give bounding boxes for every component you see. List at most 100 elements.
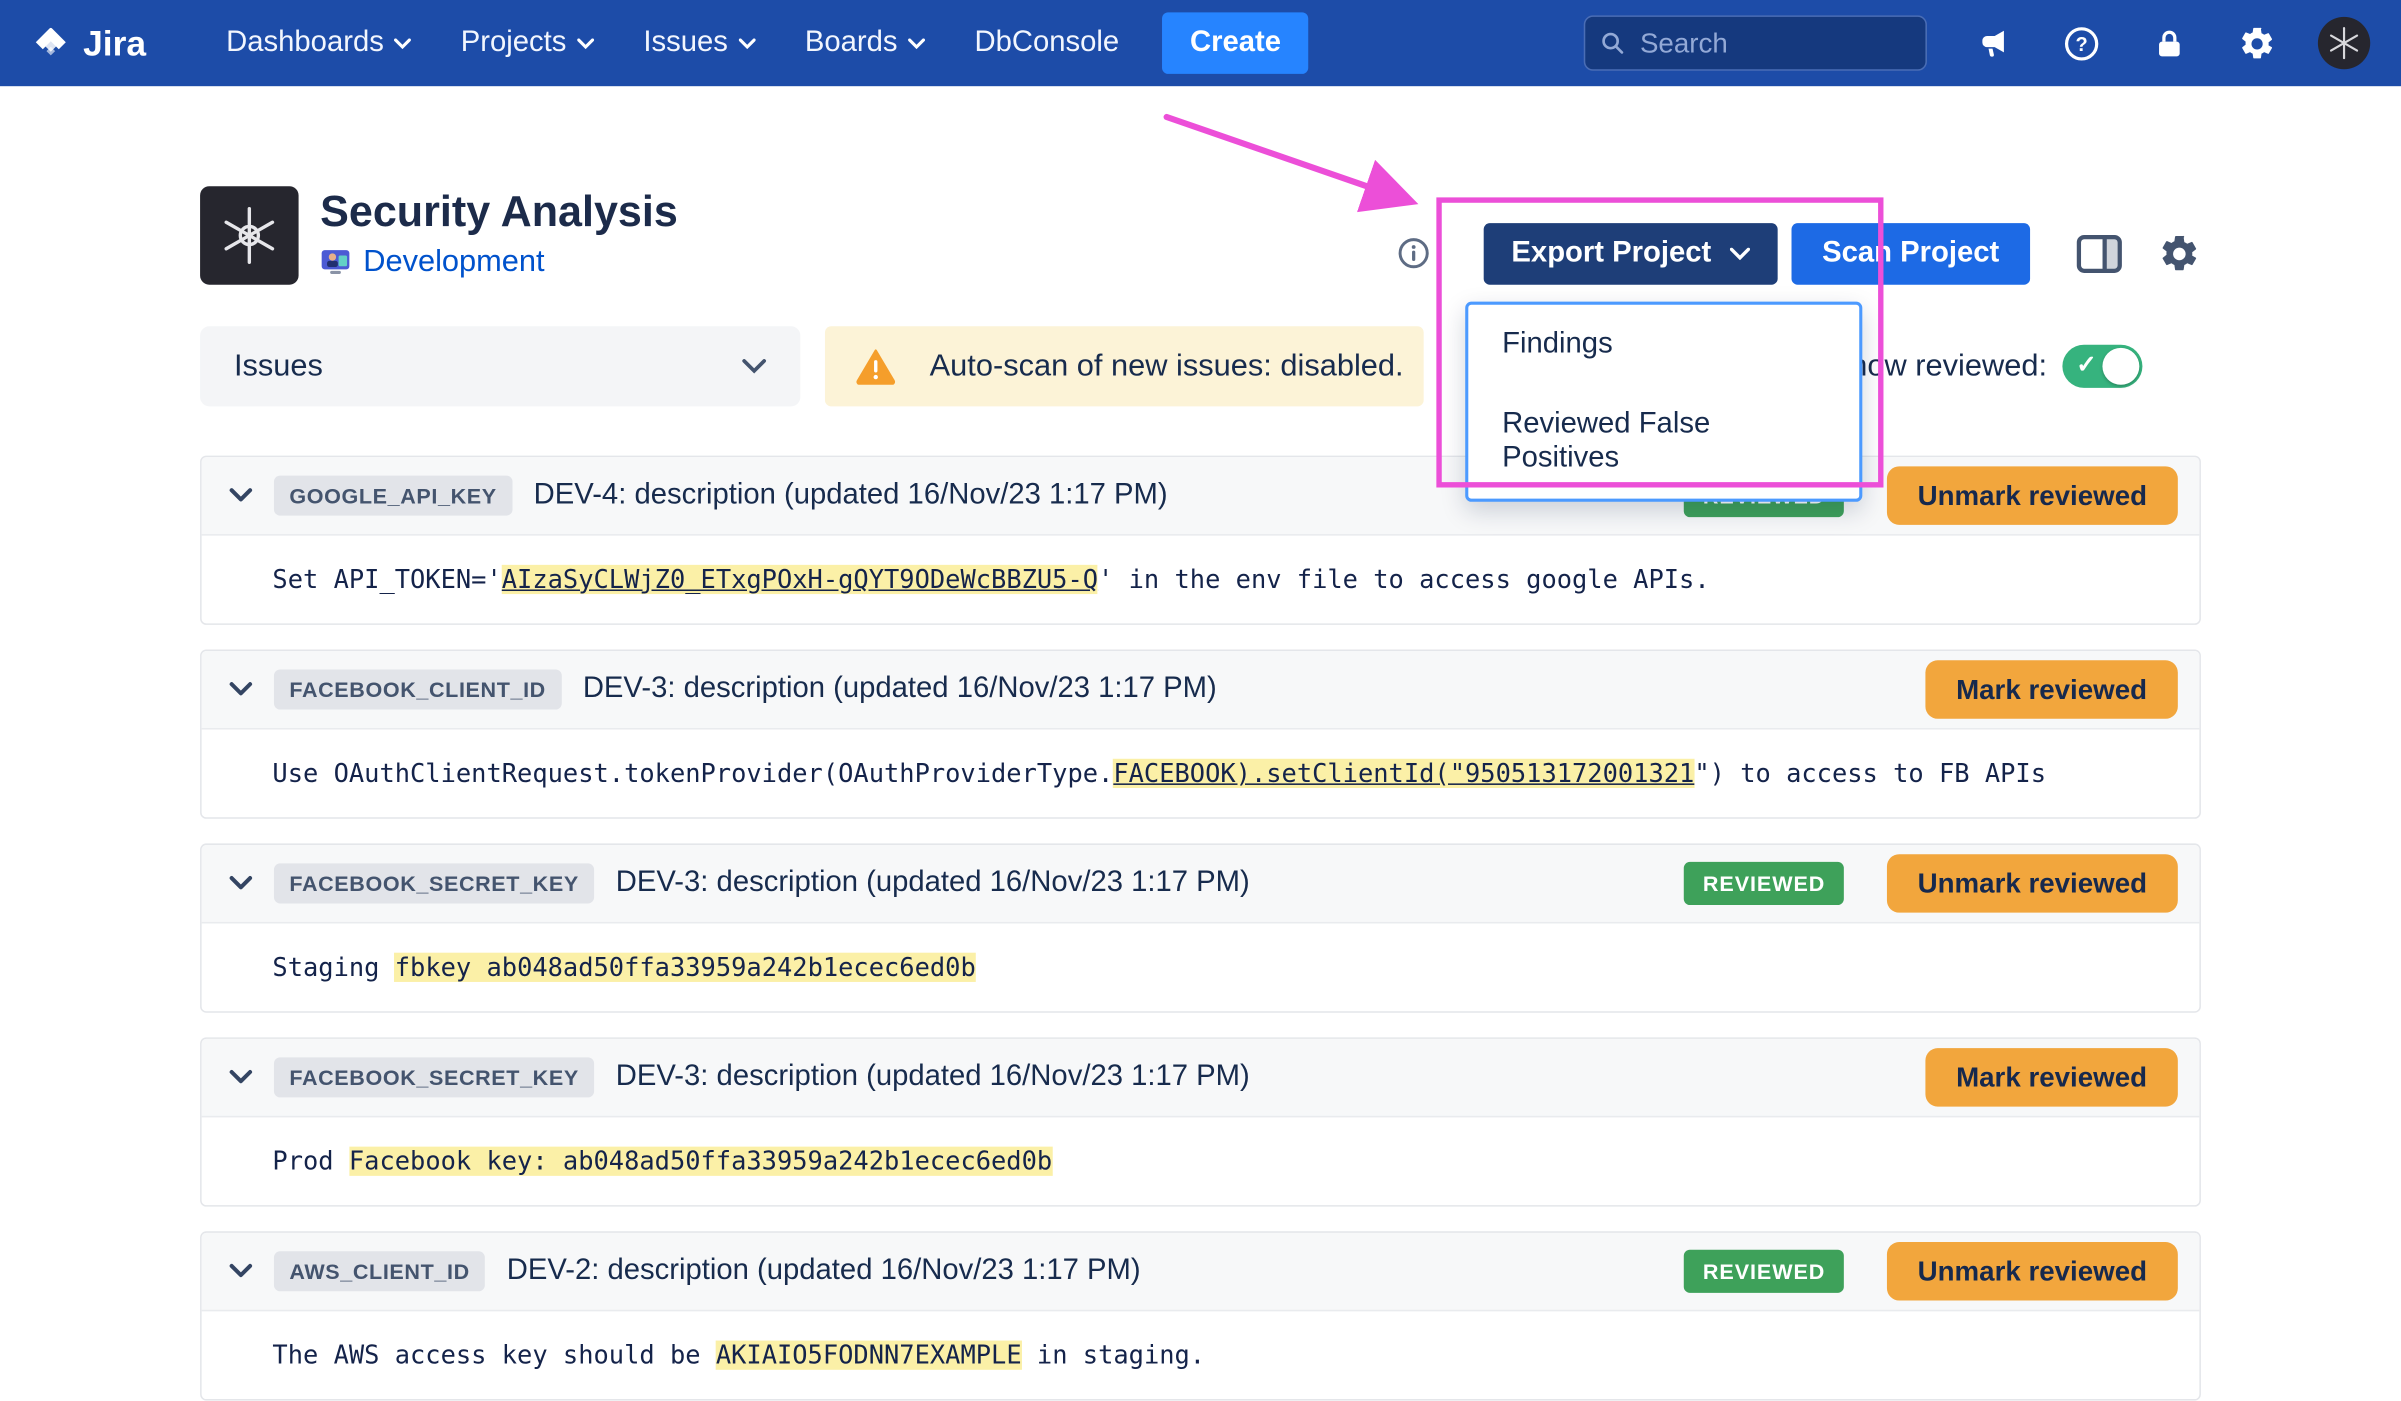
menu-item-reviewed-false-positives[interactable]: Reviewed False Positives: [1468, 385, 1859, 499]
secret-highlight: FACEBOOK).setClientId("950513172001321: [1113, 759, 1694, 788]
nav-right-group: ?: [1584, 15, 2370, 70]
nav-item-dashboards[interactable]: Dashboards: [202, 0, 437, 86]
chevron-down-icon: [908, 38, 925, 49]
project-avatar: [200, 185, 299, 284]
finding-snippet: The AWS access key should be AKIAIO5FODN…: [202, 1311, 2200, 1399]
finding-type-badge: AWS_CLIENT_ID: [274, 1251, 485, 1291]
show-reviewed-toggle[interactable]: ✓: [2062, 345, 2142, 388]
nav-item-issues[interactable]: Issues: [619, 0, 780, 86]
findings-list: GOOGLE_API_KEY DEV-4: description (update…: [200, 456, 2201, 1401]
finding-card: FACEBOOK_CLIENT_ID DEV-3: description (up…: [200, 650, 2201, 819]
jira-logo-text: Jira: [83, 22, 146, 64]
finding-title: DEV-3: description (updated 16/Nov/23 1:…: [616, 1060, 1250, 1094]
main-content: Security Analysis Development Export Pro…: [0, 185, 2401, 1401]
finding-snippet: Staging fbkey ab048ad50ffa33959a242b1ece…: [202, 923, 2200, 1011]
snippet-text: Use OAuthClientRequest.tokenProvider(OAu…: [272, 759, 1113, 788]
warning-text: Auto-scan of new issues: disabled.: [930, 349, 1404, 384]
info-icon[interactable]: [1396, 235, 1431, 270]
check-icon: ✓: [2076, 349, 2097, 380]
chevron-down-icon[interactable]: [229, 876, 252, 891]
scan-project-button[interactable]: Scan Project: [1791, 222, 2030, 284]
search-box: [1584, 15, 1927, 70]
jira-logo[interactable]: Jira: [31, 22, 146, 64]
jira-logo-icon: [31, 23, 71, 63]
search-input[interactable]: [1637, 25, 1910, 60]
snippet-text: Set API_TOKEN=': [272, 565, 501, 594]
create-button[interactable]: Create: [1162, 12, 1308, 74]
chevron-down-icon: [1730, 247, 1750, 259]
chevron-down-icon[interactable]: [229, 1070, 252, 1085]
search-icon: [1601, 29, 1625, 57]
warning-icon: [856, 348, 896, 385]
nav-item-dbconsole[interactable]: DbConsole: [950, 0, 1144, 86]
secret-highlight: AIzaSyCLWjZ0_ETxgPOxH-gQYT9ODeWcBBZU5-Q: [502, 565, 1098, 594]
finding-snippet: Use OAuthClientRequest.tokenProvider(OAu…: [202, 730, 2200, 818]
detail-view-icon[interactable]: [2076, 233, 2122, 273]
show-reviewed-group: Show reviewed: ✓: [1830, 345, 2143, 388]
finding-type-badge: FACEBOOK_SECRET_KEY: [274, 1057, 594, 1097]
gear-icon[interactable]: [2158, 232, 2201, 275]
finding-card-header: GOOGLE_API_KEY DEV-4: description (update…: [202, 457, 2200, 535]
secret-highlight: Facebook key: ab048ad50ffa33959a242b1ece…: [349, 1147, 1052, 1176]
chevron-down-icon: [395, 38, 412, 49]
lock-icon[interactable]: [2147, 22, 2190, 65]
finding-snippet: Prod Facebook key: ab048ad50ffa33959a242…: [202, 1117, 2200, 1205]
menu-item-findings[interactable]: Findings: [1468, 305, 1859, 385]
finding-title: DEV-3: description (updated 16/Nov/23 1:…: [583, 673, 1217, 707]
export-project-button[interactable]: Export Project: [1484, 222, 1778, 284]
reviewed-badge: REVIEWED: [1684, 1250, 1843, 1293]
autoscan-warning-banner: Auto-scan of new issues: disabled.: [825, 326, 1424, 406]
finding-type-badge: FACEBOOK_SECRET_KEY: [274, 863, 594, 903]
mark-reviewed-button[interactable]: Mark reviewed: [1925, 1048, 2178, 1106]
finding-snippet: Set API_TOKEN='AIzaSyCLWjZ0_ETxgPOxH-gQY…: [202, 536, 2200, 624]
nav-item-boards[interactable]: Boards: [780, 0, 950, 86]
announcement-icon[interactable]: [1972, 22, 2015, 65]
mark-reviewed-button[interactable]: Mark reviewed: [1925, 660, 2178, 718]
snippet-text: Prod: [272, 1147, 348, 1176]
finding-card: GOOGLE_API_KEY DEV-4: description (update…: [200, 456, 2201, 625]
finding-card-header: FACEBOOK_SECRET_KEY DEV-3: description (u…: [202, 1039, 2200, 1117]
project-link[interactable]: Development: [363, 245, 544, 280]
page: Jira Dashboards Projects Issues Boards D…: [0, 0, 2401, 1384]
finding-card: AWS_CLIENT_ID DEV-2: description (updated…: [200, 1231, 2201, 1400]
header-actions: Export Project Scan Project: [1396, 222, 2201, 284]
filter-row: Issues Auto-scan of new issues: disabled…: [200, 326, 2201, 406]
settings-icon[interactable]: [2235, 22, 2278, 65]
finding-card-header: FACEBOOK_CLIENT_ID DEV-3: description (up…: [202, 651, 2200, 729]
issues-filter-select[interactable]: Issues: [200, 326, 800, 406]
finding-title: DEV-2: description (updated 16/Nov/23 1:…: [507, 1254, 1141, 1288]
finding-card: FACEBOOK_SECRET_KEY DEV-3: description (u…: [200, 843, 2201, 1012]
snippet-text: ") to access to FB APIs: [1694, 759, 2046, 788]
snippet-text: ' in the env file to access google APIs.: [1098, 565, 1710, 594]
chevron-down-icon[interactable]: [229, 682, 252, 697]
page-title: Security Analysis: [320, 189, 678, 236]
secret-highlight: AKIAIO5FODNN7EXAMPLE: [716, 1341, 1022, 1370]
export-menu: Findings Reviewed False Positives: [1465, 302, 1862, 502]
finding-title: DEV-4: description (updated 16/Nov/23 1:…: [534, 479, 1168, 513]
finding-card-header: FACEBOOK_SECRET_KEY DEV-3: description (u…: [202, 845, 2200, 923]
top-nav: Jira Dashboards Projects Issues Boards D…: [0, 0, 2401, 86]
finding-card-header: AWS_CLIENT_ID DEV-2: description (updated…: [202, 1233, 2200, 1311]
nav-item-projects[interactable]: Projects: [436, 0, 619, 86]
finding-type-badge: FACEBOOK_CLIENT_ID: [274, 670, 561, 710]
finding-card: FACEBOOK_SECRET_KEY DEV-3: description (u…: [200, 1037, 2201, 1206]
chevron-down-icon: [742, 359, 767, 374]
unmark-reviewed-button[interactable]: Unmark reviewed: [1887, 854, 2178, 912]
reviewed-badge: REVIEWED: [1684, 862, 1843, 905]
chevron-down-icon: [577, 38, 594, 49]
finding-type-badge: GOOGLE_API_KEY: [274, 476, 512, 516]
chevron-down-icon[interactable]: [229, 488, 252, 503]
secret-highlight: fbkey ab048ad50ffa33959a242b1ecec6ed0b: [395, 953, 976, 982]
user-avatar[interactable]: [2318, 17, 2370, 69]
chevron-down-icon[interactable]: [229, 1264, 252, 1279]
toggle-knob: [2102, 348, 2139, 385]
unmark-reviewed-button[interactable]: Unmark reviewed: [1887, 466, 2178, 524]
page-header: Security Analysis Development Export Pro…: [200, 185, 2201, 285]
unmark-reviewed-button[interactable]: Unmark reviewed: [1887, 1242, 2178, 1300]
snippet-text: in staging.: [1022, 1341, 1205, 1370]
title-block: Security Analysis Development: [320, 189, 678, 279]
snippet-text: The AWS access key should be: [272, 1341, 715, 1370]
help-icon[interactable]: ?: [2059, 22, 2102, 65]
chevron-down-icon: [739, 38, 756, 49]
finding-title: DEV-3: description (updated 16/Nov/23 1:…: [616, 867, 1250, 901]
